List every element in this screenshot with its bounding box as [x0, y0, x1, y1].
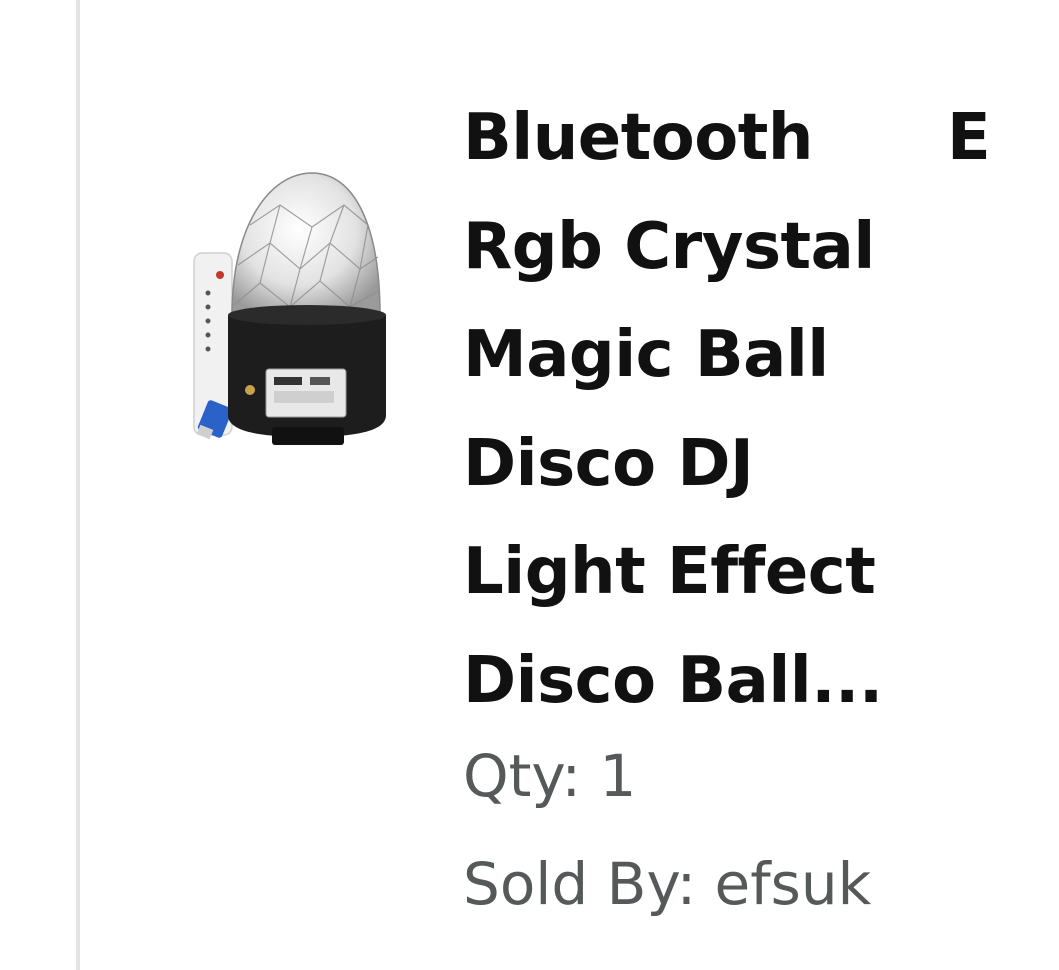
- sold-by-label: Sold By: efsuk: [463, 850, 872, 918]
- product-title-link[interactable]: Bluetooth Rgb Crystal Magic Ball Disco D…: [463, 84, 933, 735]
- order-item-card[interactable]: Bluetooth Rgb Crystal Magic Ball Disco D…: [80, 0, 1059, 970]
- next-column-title: E: [947, 101, 991, 175]
- quantity-label: Qty: 1: [463, 742, 637, 810]
- disco-ball-icon: [193, 172, 386, 445]
- order-details-page: Bluetooth Rgb Crystal Magic Ball Disco D…: [0, 0, 1059, 970]
- product-image[interactable]: [190, 165, 390, 455]
